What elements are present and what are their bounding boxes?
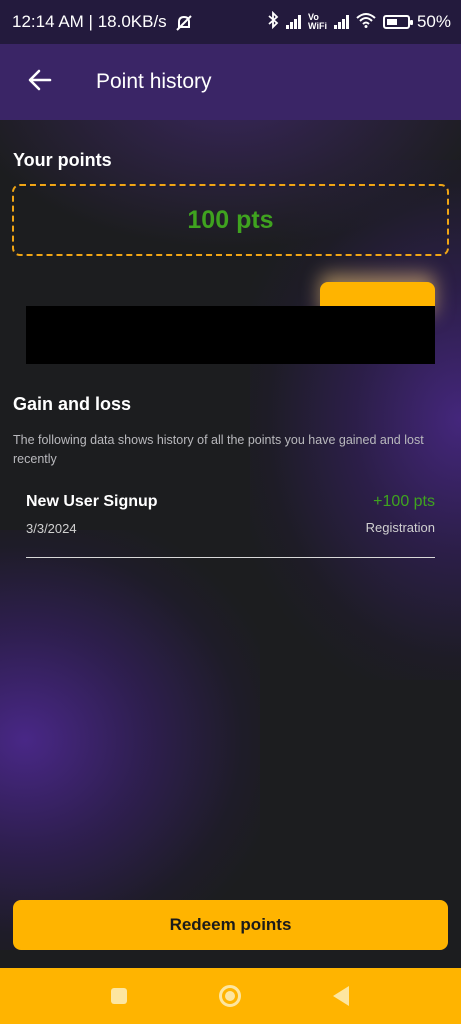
redeem-points-label: Redeem points: [169, 915, 292, 934]
wifi-icon: [356, 12, 376, 33]
system-nav-bar: [0, 968, 461, 1024]
status-icons: Vo WiFi 50%: [267, 10, 451, 34]
arrow-left-icon: [28, 69, 52, 96]
triangle-icon[interactable]: [333, 986, 349, 1006]
history-item-amount: +100 pts: [373, 493, 435, 510]
status-mute-icon: [175, 14, 193, 37]
page-title: Point history: [96, 70, 212, 93]
app-bar: Point history: [0, 44, 461, 120]
redacted-region: [26, 306, 435, 364]
history-item-title: New User Signup: [26, 493, 158, 510]
wifi-label: WiFi: [308, 21, 327, 31]
gain-loss-heading: Gain and loss: [13, 394, 132, 414]
points-balance-box: 100 pts: [12, 184, 449, 256]
your-points-heading: Your points: [13, 150, 112, 170]
square-icon[interactable]: [111, 988, 127, 1004]
history-item-date: 3/3/2024: [26, 521, 77, 536]
gain-loss-description: The following data shows history of all …: [13, 433, 424, 466]
redeem-points-button[interactable]: Redeem points: [13, 900, 448, 950]
back-button[interactable]: [0, 44, 80, 120]
battery-icon: [382, 15, 413, 29]
background-glow-left: [0, 530, 260, 950]
vowifi-icon: Vo WiFi: [308, 13, 327, 31]
points-balance-value: 100 pts: [187, 205, 274, 234]
status-time-speed: 12:14 AM | 18.0KB/s: [12, 12, 167, 31]
history-list-item: New User Signup 3/3/2024 +100 pts Regist…: [26, 488, 435, 558]
signal-icon-1: [286, 15, 302, 29]
history-item-reason: Registration: [365, 520, 435, 535]
signal-icon-2: [333, 15, 349, 29]
status-bar: 12:14 AM | 18.0KB/s Vo WiFi 50%: [0, 0, 461, 44]
point-history-screen: 12:14 AM | 18.0KB/s Vo WiFi 50% Point hi…: [0, 0, 461, 1024]
battery-percent: 50%: [416, 12, 451, 31]
circle-icon[interactable]: [219, 985, 241, 1007]
bluetooth-icon: [267, 10, 279, 34]
